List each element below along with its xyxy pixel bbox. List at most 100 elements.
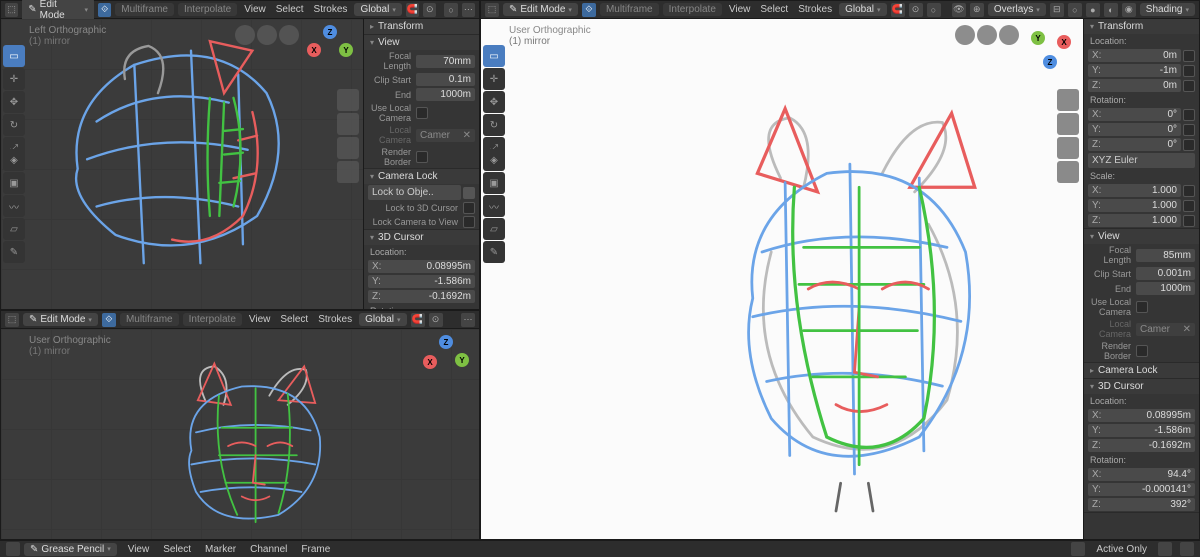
lock-icon[interactable] (1183, 200, 1195, 212)
gp-icon[interactable]: ⟐ (102, 313, 116, 327)
viewport-canvas[interactable]: User Orthographic (1) mirror Z Y X (1, 329, 479, 539)
rotate-tool[interactable]: ↻ (483, 114, 505, 136)
menu-marker[interactable]: Marker (202, 544, 239, 555)
lock-icon[interactable] (1183, 185, 1195, 197)
clip-start-field[interactable]: 0.1m (416, 73, 475, 86)
cursor-x-field[interactable]: X:0.08995m (1088, 409, 1195, 422)
lock-icon[interactable] (1183, 50, 1195, 62)
local-camera-field[interactable]: Camer✕ (1136, 323, 1195, 336)
cursor-y-field[interactable]: Y:-1.586m (368, 275, 475, 288)
n-panel-left[interactable]: Transform View Focal Length70mm Clip Sta… (363, 19, 479, 309)
gizmo-btn-2[interactable] (977, 25, 997, 45)
scale-z-field[interactable]: Z:1.000 (1088, 214, 1181, 227)
viewport-top-left[interactable]: ⬚ ✎Edit Mode▾ ⟐ Multiframe Interpolate V… (0, 0, 480, 310)
prop-edit-icon[interactable]: ○ (927, 3, 941, 17)
focal-field[interactable]: 70mm (416, 55, 475, 68)
menu-frame[interactable]: Frame (298, 544, 333, 555)
n-panel-right[interactable]: Transform Location: X:0m Y:-1m Z:0m Rota… (1083, 19, 1199, 539)
bend-tool[interactable]: 〰 (3, 195, 25, 217)
editor-type-icon[interactable]: ⬚ (5, 3, 18, 17)
menu-select[interactable]: Select (277, 314, 311, 325)
snap-icon[interactable]: 🧲 (406, 3, 419, 17)
shading-matcap-icon[interactable]: ◐ (1104, 3, 1118, 17)
menu-select[interactable]: Select (160, 544, 194, 555)
clip-start-field[interactable]: 0.001m (1136, 267, 1195, 280)
shear-tool[interactable]: ▱ (483, 218, 505, 240)
overlays-dropdown[interactable]: Overlays▾ (988, 3, 1046, 16)
pivot-icon[interactable]: ⊙ (429, 313, 443, 327)
move-tool[interactable]: ✥ (483, 91, 505, 113)
render-border-check[interactable] (416, 151, 428, 163)
annotation-tool[interactable]: ✎ (483, 241, 505, 263)
select-tool[interactable]: ▭ (3, 45, 25, 67)
zoom-icon[interactable] (337, 89, 359, 111)
menu-strokes[interactable]: Strokes (311, 4, 351, 15)
panel-camlock-header[interactable]: Camera Lock (1084, 363, 1199, 378)
figure-icon[interactable] (1071, 542, 1085, 556)
loc-y-field[interactable]: Y:-1m (1088, 64, 1181, 77)
multiframe-toggle[interactable]: Multiframe (600, 3, 659, 16)
nav-gizmo[interactable]: Z Y X (421, 335, 471, 385)
select-tool[interactable]: ▭ (483, 45, 505, 67)
pivot-icon[interactable]: ⊙ (423, 3, 436, 17)
transform-tool[interactable]: ◈ (3, 149, 25, 171)
options-icon[interactable]: ⋯ (462, 3, 475, 17)
annotation-tool[interactable]: ✎ (3, 241, 25, 263)
zoom-icon[interactable] (1057, 89, 1079, 111)
shading-solid-icon[interactable]: ● (1086, 3, 1100, 17)
orientation-dropdown[interactable]: Global▾ (359, 313, 406, 326)
options-icon[interactable]: ⋯ (461, 313, 475, 327)
editor-type-icon[interactable]: ⬚ (485, 3, 499, 17)
panel-view-header[interactable]: View (1084, 229, 1199, 244)
viewport-vis-icon[interactable]: 👁 (952, 3, 966, 17)
mode-dropdown[interactable]: ✎Edit Mode▾ (503, 3, 578, 16)
local-cam-check[interactable] (1136, 301, 1148, 313)
cursor-ry-field[interactable]: Y:-0.000141° (1088, 483, 1195, 496)
cursor-x-field[interactable]: X:0.08995m (368, 260, 475, 273)
orientation-dropdown[interactable]: Global▾ (839, 3, 886, 16)
nav-gizmo[interactable]: Y X Z (1025, 25, 1075, 75)
shading-dropdown[interactable]: Shading▾ (1140, 3, 1195, 16)
gizmo-btn-2[interactable] (257, 25, 277, 45)
panel-3dcursor-header[interactable]: 3D Cursor (1084, 379, 1199, 394)
panel-view-header[interactable]: View (364, 35, 479, 50)
camera-icon[interactable] (337, 137, 359, 159)
menu-select[interactable]: Select (757, 4, 791, 15)
loc-x-field[interactable]: X:0m (1088, 49, 1181, 62)
lock-icon[interactable] (1183, 109, 1195, 121)
cursor-z-field[interactable]: Z:-0.1692m (368, 290, 475, 303)
render-border-check[interactable] (1136, 345, 1148, 357)
menu-view[interactable]: View (246, 314, 274, 325)
pan-icon[interactable] (337, 113, 359, 135)
extrude-tool[interactable]: ▣ (483, 172, 505, 194)
menu-channel[interactable]: Channel (247, 544, 290, 555)
panel-camlock-header[interactable]: Camera Lock (364, 169, 479, 184)
menu-strokes[interactable]: Strokes (795, 4, 835, 15)
prop-edit-icon[interactable]: ○ (444, 3, 457, 17)
gizmo-toggle-icon[interactable]: ⊕ (970, 3, 984, 17)
move-tool[interactable]: ✥ (3, 91, 25, 113)
transform-tool[interactable]: ◈ (483, 149, 505, 171)
interpolate-btn[interactable]: Interpolate (663, 3, 722, 16)
panel-transform-header[interactable]: Transform (364, 19, 479, 34)
cursor-tool[interactable]: ✛ (483, 68, 505, 90)
cursor-rz-field[interactable]: Z:392° (1088, 498, 1195, 511)
clip-end-field[interactable]: 1000m (416, 88, 475, 101)
multiframe-toggle[interactable]: Multiframe (120, 313, 179, 326)
local-camera-field[interactable]: Camer✕ (416, 129, 475, 142)
cursor-tool[interactable]: ✛ (3, 68, 25, 90)
menu-select[interactable]: Select (273, 4, 307, 15)
filter-icon[interactable] (1158, 542, 1172, 556)
focal-field[interactable]: 85mm (1136, 249, 1195, 262)
gp-icon[interactable]: ⟐ (582, 3, 596, 17)
viewport-bottom-left[interactable]: ⬚ ✎Edit Mode▾ ⟐ Multiframe Interpolate V… (0, 310, 480, 540)
gizmo-btn-1[interactable] (955, 25, 975, 45)
clip-end-field[interactable]: 1000m (1136, 282, 1195, 295)
menu-view[interactable]: View (726, 4, 754, 15)
panel-transform-header[interactable]: Transform (1084, 19, 1199, 34)
gp-icon[interactable]: ⟐ (98, 3, 111, 17)
lock-icon[interactable] (1183, 80, 1195, 92)
lock-3dcursor-check[interactable] (463, 202, 475, 214)
active-only-label[interactable]: Active Only (1093, 544, 1150, 555)
xray-icon[interactable]: ⊟ (1050, 3, 1064, 17)
